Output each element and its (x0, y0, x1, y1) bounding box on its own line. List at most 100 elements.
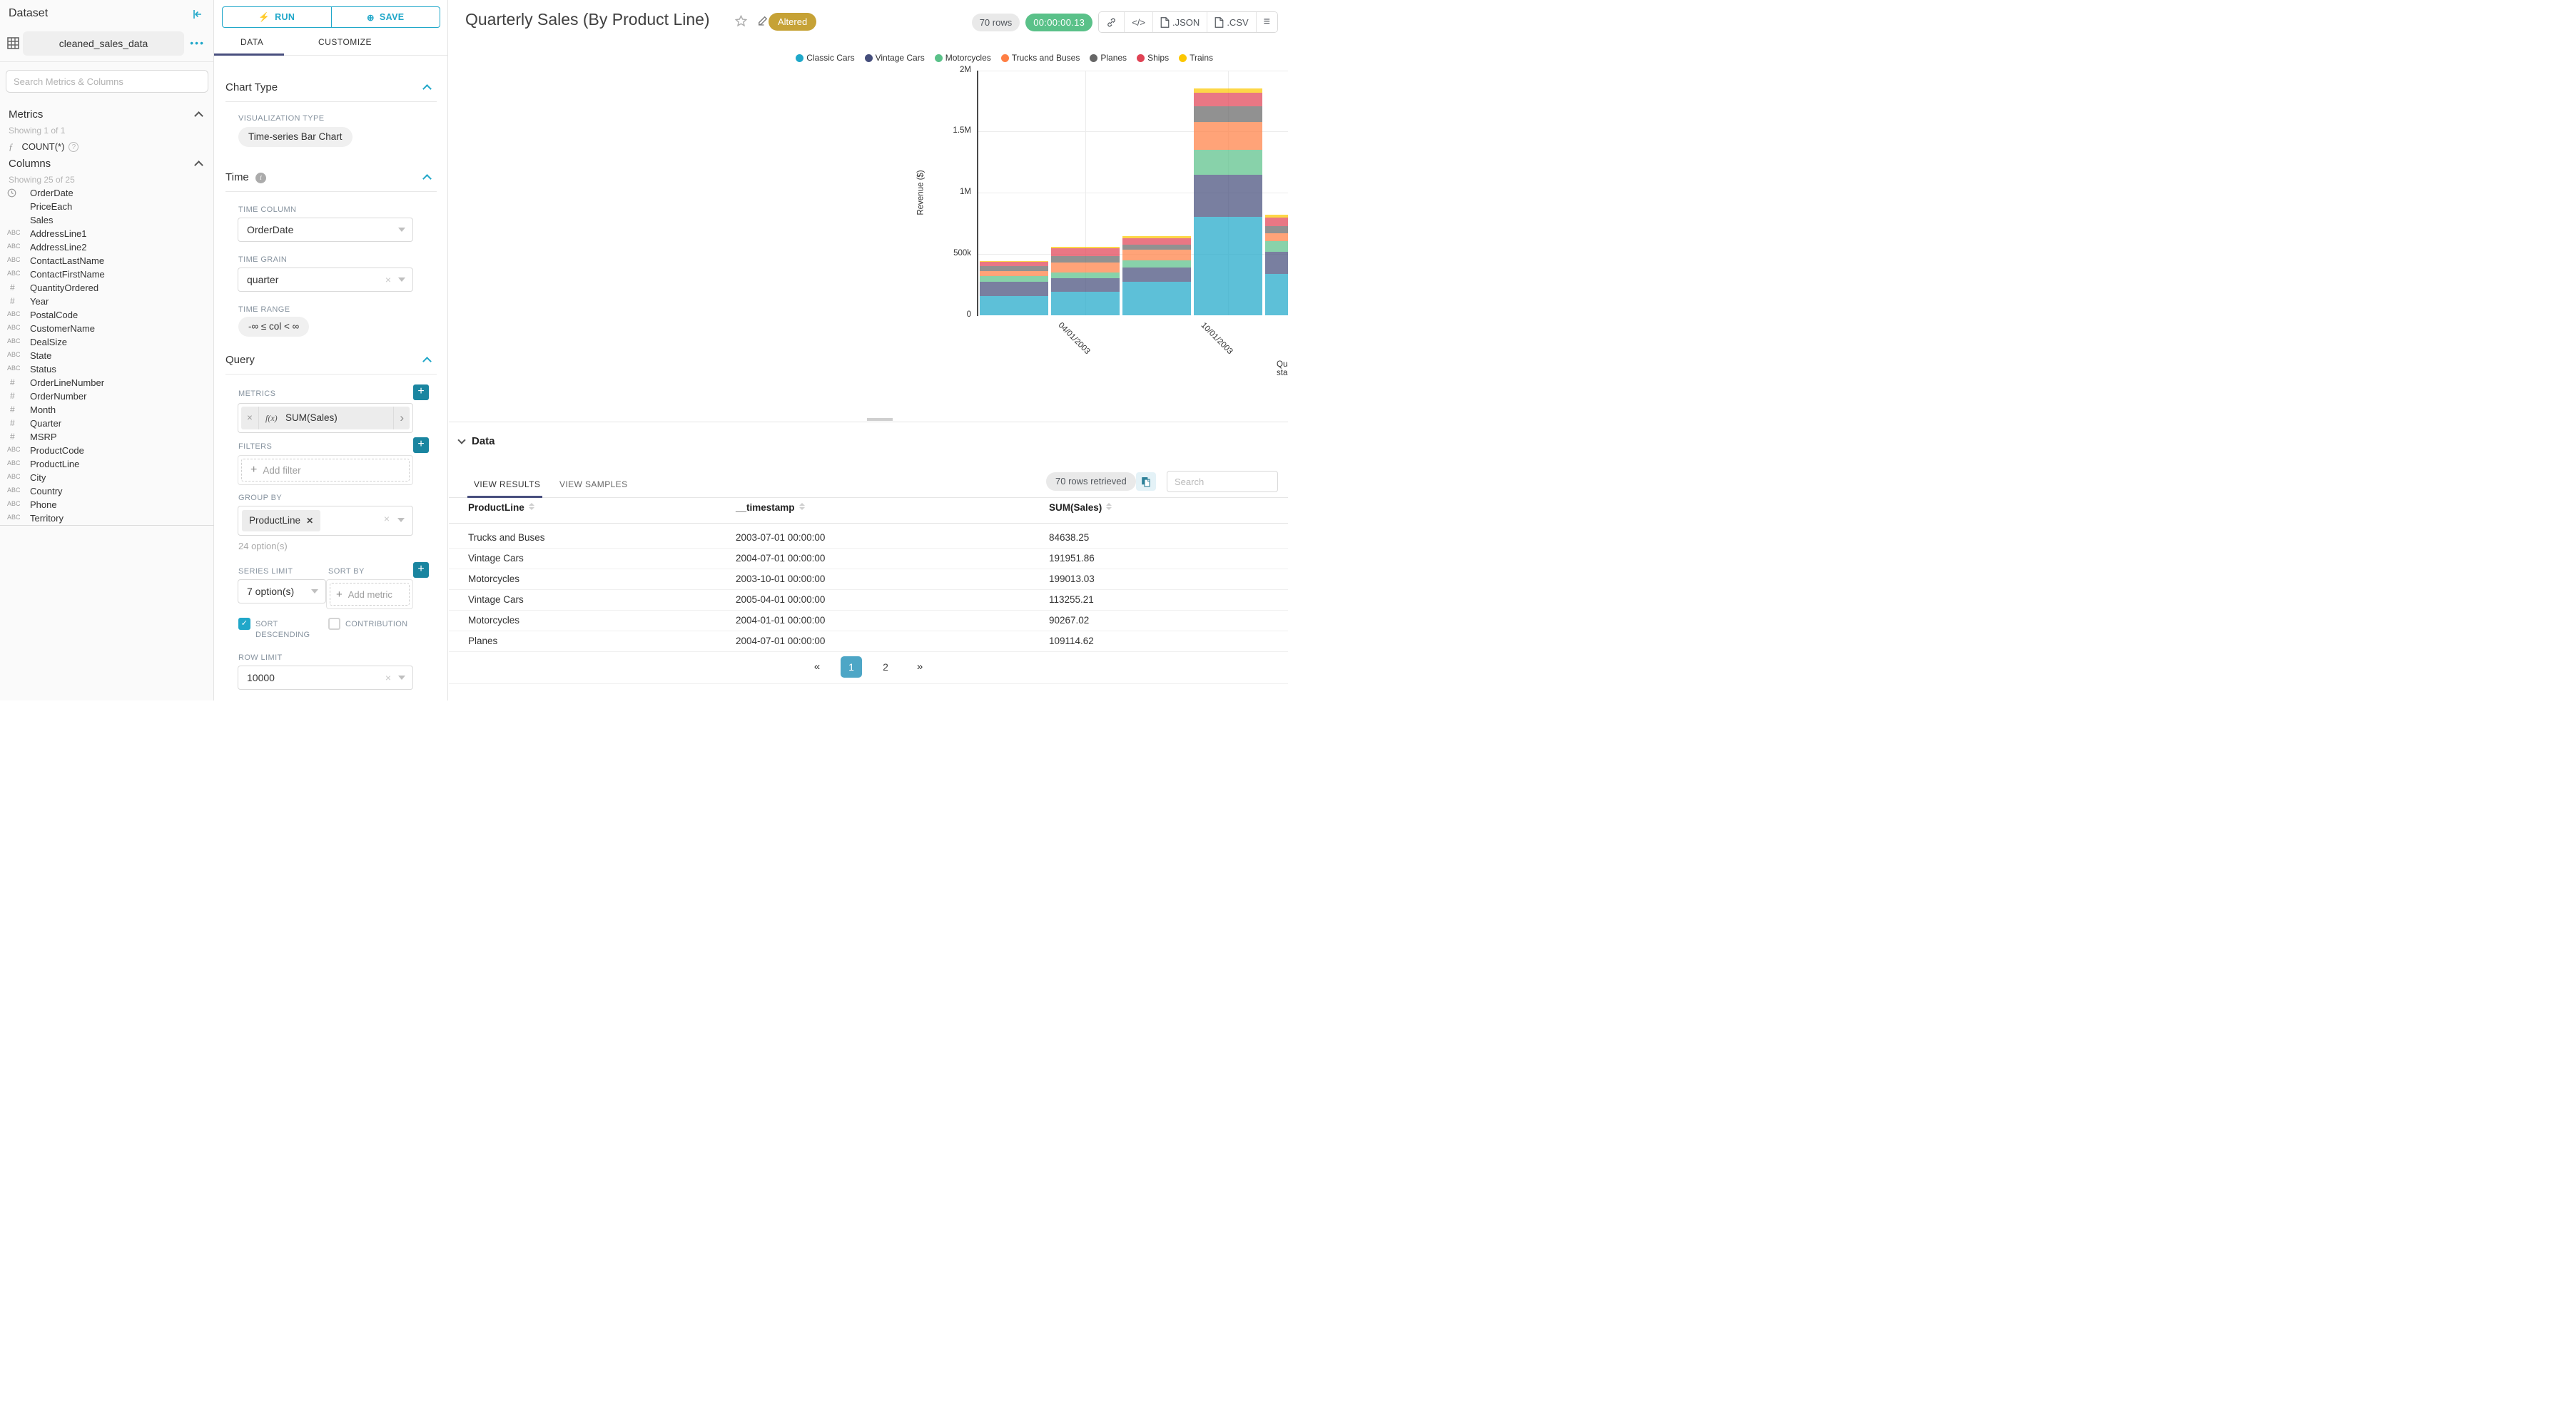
sort-icons[interactable] (1106, 503, 1112, 510)
time-collapse-icon[interactable] (422, 174, 432, 183)
group-by-chip-productline[interactable]: ProductLine ✕ (242, 510, 321, 531)
tab-view-samples[interactable]: VIEW SAMPLES (559, 479, 628, 489)
tab-view-results[interactable]: VIEW RESULTS (474, 479, 540, 489)
dataset-name-chip[interactable]: cleaned_sales_data (23, 31, 184, 56)
row-limit-select[interactable]: 10000 × (238, 666, 413, 690)
column-label: OrderNumber (30, 391, 87, 402)
dataset-options-icon[interactable]: ••• (190, 37, 205, 49)
table-row[interactable]: Vintage Cars 2005-04-01 00:00:00 113255.21 (449, 590, 1288, 611)
clear-icon[interactable]: × (384, 513, 390, 524)
column-item-contactlastname[interactable]: ABC ContactLastName (0, 255, 213, 268)
table-row[interactable]: Vintage Cars 2004-07-01 00:00:00 191951.86 (449, 549, 1288, 569)
column-item-territory[interactable]: ABC Territory (0, 512, 213, 526)
column-item-quantityordered[interactable]: # QuantityOrdered (0, 282, 213, 295)
column-item-contactfirstname[interactable]: ABC ContactFirstName (0, 268, 213, 282)
remove-chip-icon[interactable]: ✕ (306, 516, 313, 526)
column-item-customername[interactable]: ABC CustomerName (0, 322, 213, 336)
column-item-year[interactable]: # Year (0, 295, 213, 309)
column-item-status[interactable]: ABC Status (0, 363, 213, 377)
table-row[interactable]: Trucks and Buses 2003-07-01 00:00:00 84638… (449, 528, 1288, 549)
table-cell: 199013.03 (1049, 574, 1095, 584)
bar-01-01-2004[interactable] (1265, 214, 1288, 315)
contribution-checkbox[interactable]: CONTRIBUTION (328, 618, 428, 632)
bar-segment-planes (1122, 245, 1191, 250)
add-metric-button[interactable]: + (413, 384, 429, 400)
column-item-ordernumber[interactable]: # OrderNumber (0, 390, 213, 404)
column-item-city[interactable]: ABC City (0, 472, 213, 485)
sort-icons[interactable] (528, 503, 534, 510)
pagination-next[interactable]: » (909, 656, 930, 678)
sort-descending-checkbox[interactable]: ✓ SORT DESCENDING (238, 618, 317, 642)
run-button[interactable]: ⚡ RUN (223, 7, 331, 27)
column-item-month[interactable]: # Month (0, 404, 213, 417)
results-search-input[interactable] (1167, 471, 1278, 492)
bar-04-01-2003[interactable] (1051, 246, 1120, 315)
column-item-addressline2[interactable]: ABC AddressLine2 (0, 241, 213, 255)
column-header-productline[interactable]: ProductLine (468, 502, 534, 513)
clear-icon[interactable]: × (385, 666, 391, 689)
metric-chip-sum-sales[interactable]: × f(x) SUM(Sales) › (241, 407, 410, 429)
column-item-orderlinenumber[interactable]: # OrderLineNumber (0, 377, 213, 390)
bar-10-01-2003[interactable] (1194, 88, 1262, 315)
column-header-sumsales[interactable]: SUM(Sales) (1049, 502, 1112, 513)
column-item-priceeach[interactable]: PriceEach (0, 200, 213, 214)
sort-icons[interactable] (798, 503, 805, 510)
columns-collapse-icon[interactable] (194, 161, 203, 170)
add-filter-button[interactable]: + (413, 437, 429, 453)
table-cell: 2003-07-01 00:00:00 (736, 532, 826, 543)
column-item-quarter[interactable]: # Quarter (0, 417, 213, 431)
table-row[interactable]: Planes 2004-07-01 00:00:00 109114.62 (449, 631, 1288, 652)
column-item-msrp[interactable]: # MSRP (0, 431, 213, 444)
column-item-productline[interactable]: ABC ProductLine (0, 458, 213, 472)
collapse-panel-icon[interactable] (192, 9, 203, 20)
query-collapse-icon[interactable] (422, 357, 432, 366)
bar-segment-trains (1051, 246, 1120, 249)
timeseries-bar-chart[interactable]: 0 500k 1M 1.5M 2M Revenue ($) 04/01/2003 10/01/… (449, 0, 1288, 399)
table-row[interactable]: Motorcycles 2003-10-01 00:00:00 199013.03 (449, 569, 1288, 590)
pagination-prev[interactable]: « (806, 656, 828, 678)
pagination-page-2[interactable]: 2 (875, 656, 896, 678)
series-limit-select[interactable]: 7 option(s) (238, 579, 326, 603)
tab-data[interactable]: DATA (240, 37, 263, 47)
column-item-addressline1[interactable]: ABC AddressLine1 (0, 228, 213, 241)
bar-07-01-2003[interactable] (1122, 235, 1191, 315)
column-item-postalcode[interactable]: ABC PostalCode (0, 309, 213, 322)
group-by-select[interactable]: ProductLine ✕ × (238, 506, 413, 536)
visualization-type-pill[interactable]: Time-series Bar Chart (238, 127, 353, 147)
bar-segment-vintage-cars (1122, 268, 1191, 282)
add-filter-dropzone[interactable]: + Add filter (241, 459, 410, 482)
pagination-page-1[interactable]: 1 (841, 656, 862, 678)
column-item-country[interactable]: ABC Country (0, 485, 213, 499)
bar-01-01-2003[interactable] (980, 260, 1048, 315)
bar-segment-ships (1051, 248, 1120, 256)
column-item-sales[interactable]: Sales (0, 214, 213, 228)
table-row[interactable]: Motorcycles 2004-01-01 00:00:00 90267.02 (449, 611, 1288, 631)
chart-type-collapse-icon[interactable] (422, 84, 432, 93)
divider (449, 683, 1288, 684)
resize-drag-handle[interactable] (867, 418, 893, 421)
column-item-dealsize[interactable]: ABC DealSize (0, 336, 213, 350)
column-header-timestamp[interactable]: __timestamp (736, 502, 805, 513)
metric-item-count[interactable]: ƒ COUNT(*)? (9, 141, 79, 153)
column-item-productcode[interactable]: ABC ProductCode (0, 444, 213, 458)
bar-segment-motorcycles (980, 276, 1048, 282)
copy-data-button[interactable] (1136, 472, 1156, 491)
data-collapse-chevron-icon[interactable] (457, 435, 466, 444)
abc-type-icon: ABC (7, 473, 21, 480)
add-sort-metric-dropzone[interactable]: + Add metric (330, 583, 410, 606)
time-range-pill[interactable]: -∞ ≤ col < ∞ (238, 317, 310, 337)
search-metrics-columns-input[interactable] (6, 70, 208, 93)
column-item-orderdate[interactable]: OrderDate (0, 187, 213, 200)
column-item-phone[interactable]: ABC Phone (0, 499, 213, 512)
bar-segment-planes (980, 266, 1048, 272)
number-type-icon: # (10, 377, 15, 387)
time-column-select[interactable]: OrderDate (238, 218, 413, 242)
save-button[interactable]: ⊕ SAVE (330, 7, 440, 27)
time-grain-select[interactable]: quarter × (238, 268, 413, 292)
tab-customize[interactable]: CUSTOMIZE (318, 37, 372, 47)
column-item-state[interactable]: ABC State (0, 350, 213, 363)
clear-icon[interactable]: × (385, 268, 391, 291)
metrics-collapse-icon[interactable] (194, 111, 203, 121)
add-sort-metric-button[interactable]: + (413, 562, 429, 578)
remove-metric-icon[interactable]: × (247, 407, 259, 429)
